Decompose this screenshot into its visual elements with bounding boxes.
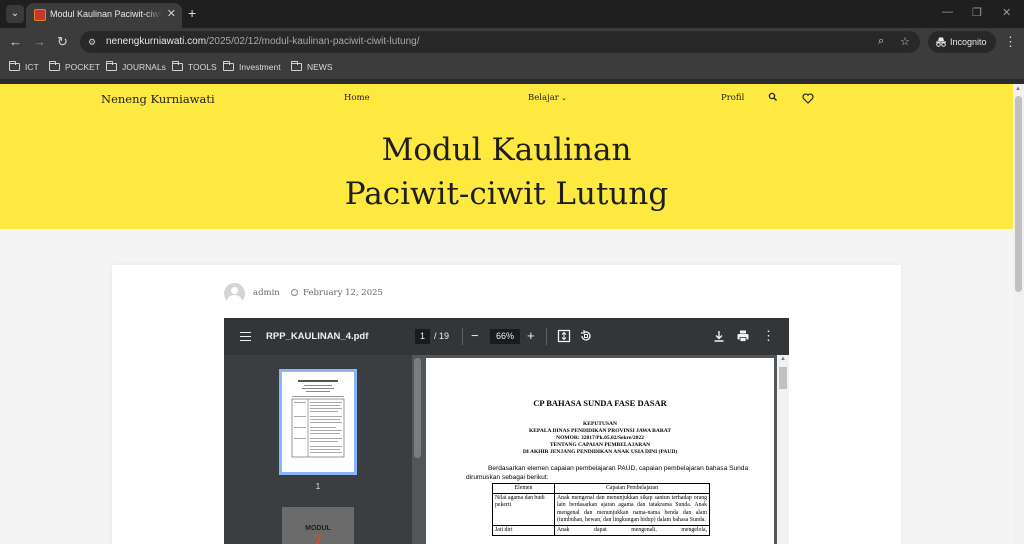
heart-icon[interactable] (802, 93, 814, 104)
bookmark-star-icon[interactable]: ☆ (900, 35, 910, 48)
rotate-icon[interactable] (579, 329, 593, 343)
browser-tab[interactable]: Modul Kaulinan Paciwit-ciwit Lutung – Ne… (26, 3, 182, 28)
divider (546, 328, 547, 345)
close-tab-icon[interactable]: ✕ (167, 7, 176, 21)
zoom-input[interactable]: 66% (490, 329, 520, 344)
bookmark-folder-ict[interactable]: ICT (9, 61, 39, 72)
browser-toolbar: ← → ↻ ⚙ nenengkurniawati.com/2025/02/12/… (0, 28, 1024, 56)
bookmarks-bar: ICT POCKET JOURNALs TOOLS Investment NEW… (0, 56, 1024, 80)
page-total: / 19 (434, 331, 450, 341)
thumbnail-preview (291, 380, 345, 458)
bookmark-folder-journals[interactable]: JOURNALs (106, 61, 166, 72)
table-cell: Anak dapat mengenali, mengelola, (554, 525, 710, 537)
back-icon[interactable]: ← (9, 34, 22, 50)
url-text: nenengkurniawati.com/2025/02/12/modul-ka… (106, 36, 420, 47)
thumbnail-sidebar: 1 MODUL 7 (224, 355, 412, 544)
more-actions-icon[interactable]: ⋮ (762, 328, 775, 344)
nav-belajar[interactable]: Belajar ⌄ (528, 93, 567, 103)
scroll-thumb[interactable] (779, 367, 787, 389)
bookmark-folder-news[interactable]: NEWS (291, 61, 333, 72)
page-thumbnail-1[interactable] (279, 369, 357, 475)
folder-icon (106, 61, 117, 71)
pdf-filename: RPP_KAULINAN_4.pdf (266, 331, 369, 342)
bookmark-folder-pocket[interactable]: POCKET (49, 61, 100, 72)
table-row: Jati diri Anak dapat mengenali, mengelol… (492, 525, 710, 537)
doc-title: CP BAHASA SUNDA FASE DASAR (533, 398, 667, 408)
web-page: Neneng Kurniawati Home Belajar ⌄ Profil … (0, 84, 1013, 544)
download-icon[interactable] (712, 329, 726, 343)
fit-page-icon[interactable] (557, 329, 571, 343)
scroll-thumb[interactable] (414, 358, 421, 458)
folder-icon (223, 61, 234, 71)
zoom-in-button[interactable]: + (527, 328, 535, 344)
page-thumbnail-2[interactable]: MODUL 7 (282, 507, 354, 544)
forward-icon[interactable]: → (33, 34, 46, 50)
table-cell: Anak mengenal dan menunjukkan sikap sant… (554, 493, 710, 527)
doc-heading-line: KEPUTUSAN (583, 421, 617, 427)
incognito-icon (936, 37, 946, 47)
scroll-up-arrow-icon[interactable]: ▲ (780, 356, 786, 362)
doc-paragraph: Berdasarkan elemen capaian pembelajaran … (466, 465, 749, 481)
table-header-cell: Capaian Pembelajaran (554, 482, 710, 495)
new-tab-button[interactable]: + (188, 5, 196, 21)
restore-icon[interactable]: ❐ (972, 6, 982, 19)
thumbnail-label-1: 1 (315, 482, 321, 491)
chevron-down-icon: ⌄ (558, 94, 567, 102)
minimize-icon[interactable]: — (942, 6, 953, 18)
document-scrollbar[interactable]: ▲ (777, 355, 789, 544)
zoom-out-button[interactable]: − (471, 328, 479, 344)
pdf-viewer: RPP_KAULINAN_4.pdf 1 / 19 − 66% + ⋮ 1 MO… (224, 318, 789, 544)
page-title: Modul Kaulinan Paciwit-ciwit Lutung (344, 132, 669, 212)
table-cell: Jati diri (492, 525, 555, 537)
browser-menu-icon[interactable]: ⋮ (1004, 34, 1017, 50)
pdf-page-canvas: CP BAHASA SUNDA FASE DASAR KEPUTUSAN KEP… (426, 358, 774, 544)
page-scrollbar[interactable]: ▲ (1013, 84, 1024, 544)
reload-icon[interactable]: ↻ (57, 34, 68, 50)
menu-icon[interactable] (240, 332, 251, 341)
scroll-thumb[interactable] (1015, 96, 1022, 292)
folder-icon (9, 61, 20, 71)
doc-heading-line: TENTANG CAPAIAN PEMBELAJARAN (549, 442, 651, 448)
nav-home[interactable]: Home (344, 93, 370, 103)
post-author[interactable]: admin (253, 288, 280, 298)
zoom-icon[interactable]: ⌕ (878, 35, 884, 48)
folder-icon (172, 61, 183, 71)
doc-heading-line: DI AKHIR JENJANG PENDIDIKAN ANAK USIA DI… (522, 449, 678, 455)
table-header-cell: Elemen (492, 482, 555, 495)
tab-search-button[interactable]: ⌄ (6, 5, 24, 23)
incognito-badge[interactable]: Incognito (928, 31, 996, 53)
print-icon[interactable] (736, 329, 750, 343)
bookmark-folder-investment[interactable]: Investment (223, 61, 281, 72)
pdf-toolbar: RPP_KAULINAN_4.pdf 1 / 19 − 66% + ⋮ (224, 318, 789, 355)
tab-title: Modul Kaulinan Paciwit-ciwit Lutung – Ne… (50, 9, 162, 19)
doc-heading-line: NOMOR: 32817/Pk.05.02/Sekre/2022 (556, 435, 644, 441)
doc-table: Elemen Capaian Pembelajaran Nilai agama … (492, 482, 710, 537)
scroll-up-arrow-icon[interactable]: ▲ (1015, 86, 1021, 92)
doc-heading-line: KEPALA DINAS PENDIDIKAN PROVINSI JAWA BA… (528, 428, 672, 434)
site-header: Neneng Kurniawati Home Belajar ⌄ Profil … (0, 84, 1013, 229)
table-row: Nilai agama dan budi pekerti Anak mengen… (492, 493, 710, 527)
bookmark-folder-tools[interactable]: TOOLS (172, 61, 217, 72)
table-header-row: Elemen Capaian Pembelajaran (492, 482, 710, 495)
favicon-icon (34, 9, 46, 21)
post-card: admin February 12, 2025 RPP_KAULINAN_4.p… (112, 265, 901, 544)
nav-profil[interactable]: Profil (721, 93, 744, 103)
folder-icon (49, 61, 60, 71)
site-brand[interactable]: Neneng Kurniawati (101, 92, 215, 106)
search-icon[interactable] (768, 92, 778, 102)
folder-icon (291, 61, 302, 71)
clock-icon (291, 289, 298, 296)
table-cell: Nilai agama dan budi pekerti (492, 493, 555, 527)
post-date: February 12, 2025 (303, 288, 383, 298)
tab-strip: ⌄ Modul Kaulinan Paciwit-ciwit Lutung – … (0, 0, 1024, 28)
page-number-input[interactable]: 1 (415, 329, 430, 344)
address-bar[interactable]: ⚙ nenengkurniawati.com/2025/02/12/modul-… (80, 31, 920, 53)
close-window-icon[interactable]: ✕ (1002, 6, 1011, 19)
divider (462, 328, 463, 345)
site-info-icon[interactable]: ⚙ (88, 36, 100, 48)
thumbnail-scrollbar[interactable] (413, 355, 422, 544)
avatar[interactable] (224, 283, 245, 304)
incognito-label: Incognito (950, 37, 987, 47)
